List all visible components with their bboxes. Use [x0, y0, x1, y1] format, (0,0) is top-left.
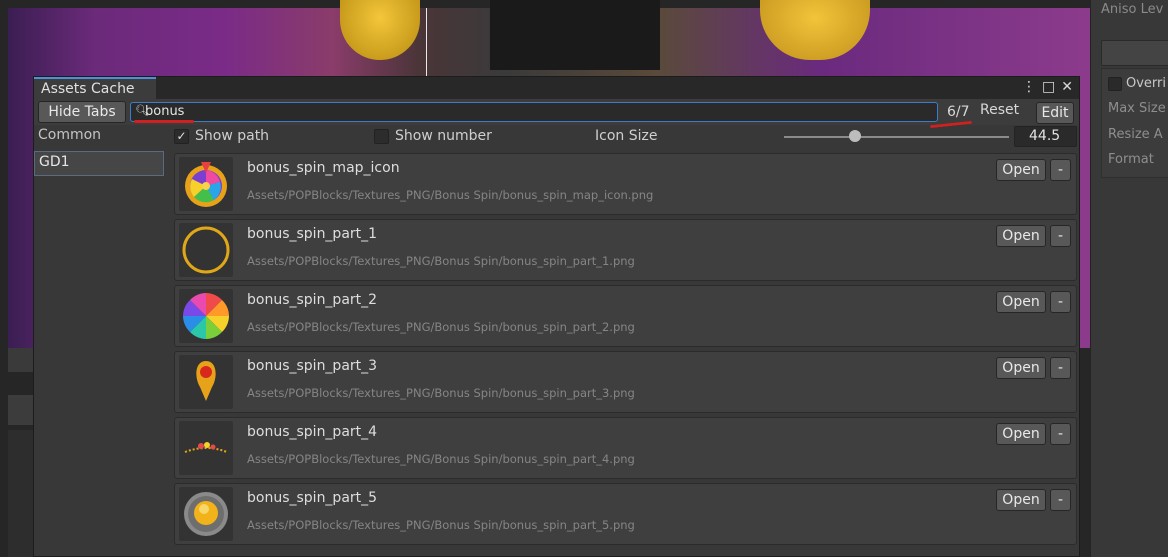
asset-name: bonus_spin_map_icon [247, 160, 400, 176]
asset-thumbnail [179, 487, 233, 541]
options-bar: ✓ Show path Show number Icon Size 44.5 [174, 125, 1079, 149]
asset-thumbnail [179, 355, 233, 409]
remove-button[interactable]: - [1050, 357, 1071, 379]
assets-cache-window: Assets Cache ⋮ □ ✕ Hide Tabs 🔍︎ bonus 6/… [33, 76, 1080, 557]
scene-strip [8, 430, 34, 557]
asset-name: bonus_spin_part_1 [247, 226, 378, 242]
inspector-panel: Aniso Lev Overri Max Size Resize A Forma… [1090, 0, 1168, 557]
override-label: Overri [1126, 76, 1166, 91]
override-checkbox[interactable] [1108, 77, 1122, 91]
open-button[interactable]: Open [996, 489, 1046, 511]
show-path-checkbox[interactable]: ✓ [174, 129, 189, 144]
asset-thumbnail [179, 223, 233, 277]
asset-thumbnail [179, 289, 233, 343]
asset-name: bonus_spin_part_4 [247, 424, 378, 440]
asset-name: bonus_spin_part_5 [247, 490, 378, 506]
scene-guide-line [426, 8, 427, 76]
asset-path: Assets/POPBlocks/Textures_PNG/Bonus Spin… [247, 452, 635, 466]
icon-size-field[interactable]: 44.5 [1014, 126, 1077, 147]
sidebar-item-gd1[interactable]: GD1 [34, 151, 164, 176]
asset-thumbnail [179, 157, 233, 211]
asset-name: bonus_spin_part_2 [247, 292, 378, 308]
asset-row: bonus_spin_map_icon Assets/POPBlocks/Tex… [174, 153, 1077, 215]
annotation-underline [134, 120, 194, 123]
result-count: 6/7 [947, 104, 970, 120]
close-icon[interactable]: ✕ [1061, 79, 1073, 95]
asset-thumbnail [179, 421, 233, 475]
icon-size-slider[interactable] [784, 136, 1009, 138]
icon-size-label: Icon Size [595, 128, 658, 144]
remove-button[interactable]: - [1050, 489, 1071, 511]
asset-path: Assets/POPBlocks/Textures_PNG/Bonus Spin… [247, 188, 654, 202]
asset-path: Assets/POPBlocks/Textures_PNG/Bonus Spin… [247, 518, 635, 532]
asset-name: bonus_spin_part_3 [247, 358, 378, 374]
remove-button[interactable]: - [1050, 225, 1071, 247]
asset-path: Assets/POPBlocks/Textures_PNG/Bonus Spin… [247, 386, 635, 400]
sidebar: Common GD1 [34, 125, 164, 556]
search-value: bonus [145, 104, 185, 119]
kebab-menu-icon[interactable]: ⋮ [1022, 79, 1036, 95]
window-controls: ⋮ □ ✕ [1022, 79, 1073, 95]
window-titlebar: Assets Cache ⋮ □ ✕ [34, 77, 1079, 99]
open-button[interactable]: Open [996, 159, 1046, 181]
resize-label: Resize A [1108, 127, 1163, 142]
asset-row: bonus_spin_part_5 Assets/POPBlocks/Textu… [174, 483, 1077, 545]
reset-button[interactable]: Reset [980, 102, 1019, 118]
asset-row: bonus_spin_part_2 Assets/POPBlocks/Textu… [174, 285, 1077, 347]
show-number-label: Show number [395, 128, 492, 144]
open-button[interactable]: Open [996, 225, 1046, 247]
open-button[interactable]: Open [996, 423, 1046, 445]
show-path-label: Show path [195, 128, 270, 144]
asset-path: Assets/POPBlocks/Textures_PNG/Bonus Spin… [247, 320, 635, 334]
sidebar-item-common[interactable]: Common [34, 125, 164, 150]
tab-assets-cache[interactable]: Assets Cache [34, 77, 156, 99]
remove-button[interactable]: - [1050, 159, 1071, 181]
scene-dark-block [490, 0, 660, 70]
asset-row: bonus_spin_part_1 Assets/POPBlocks/Textu… [174, 219, 1077, 281]
asset-row: bonus_spin_part_3 Assets/POPBlocks/Textu… [174, 351, 1077, 413]
toolbar: Hide Tabs 🔍︎ bonus 6/7 Reset Edit [34, 99, 1079, 129]
open-button[interactable]: Open [996, 357, 1046, 379]
show-number-checkbox[interactable] [374, 129, 389, 144]
asset-path: Assets/POPBlocks/Textures_PNG/Bonus Spin… [247, 254, 635, 268]
remove-button[interactable]: - [1050, 423, 1071, 445]
open-button[interactable]: Open [996, 291, 1046, 313]
format-label: Format [1108, 152, 1154, 167]
edit-button[interactable]: Edit [1036, 102, 1074, 124]
asset-row: bonus_spin_part_4 Assets/POPBlocks/Textu… [174, 417, 1077, 479]
inspector-dropdown[interactable] [1101, 40, 1168, 66]
remove-button[interactable]: - [1050, 291, 1071, 313]
max-size-label: Max Size [1108, 101, 1166, 116]
inspector-aniso-label: Aniso Lev [1101, 2, 1164, 17]
icon-size-slider-thumb[interactable] [849, 130, 861, 142]
maximize-icon[interactable]: □ [1042, 79, 1055, 95]
hide-tabs-button[interactable]: Hide Tabs [38, 101, 126, 123]
search-input[interactable]: 🔍︎ bonus [130, 102, 938, 122]
